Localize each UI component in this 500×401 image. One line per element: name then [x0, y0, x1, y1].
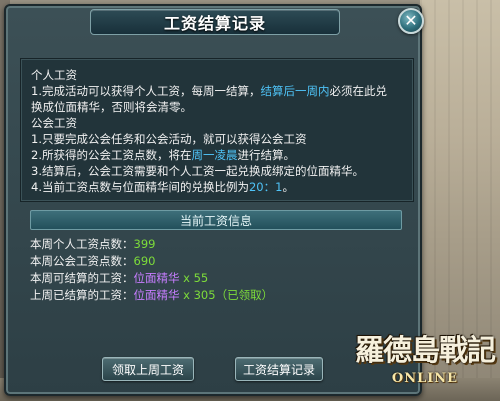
logo-title: 羅德島戰記 [354, 333, 496, 367]
guild-rule-line2: 2.所获得的公会工资点数，将在周一凌晨进行结算。 [31, 148, 295, 162]
logo-subtitle: ONLINE [391, 370, 459, 386]
rules-panel: 个人工资 1.完成活动可以获得个人工资，每周一结算，结算后一周内必须在此兑 换成… [20, 58, 414, 202]
guild-heading: 公会工资 [31, 116, 77, 130]
current-info: 本周个人工资点数：399 本周公会工资点数：690 本周可结算的工资：位面精华 … [30, 236, 410, 304]
close-icon[interactable]: ✕ [398, 8, 424, 34]
guild-rule-line3: 3.结算后，公会工资需要和个人工资一起兑换成绑定的位面精华。 [31, 164, 364, 178]
settleable-item: 位面精华 [133, 271, 180, 285]
window-title: 工资结算记录 [90, 9, 340, 35]
personal-rule-highlight: 结算后一周内 [260, 84, 330, 98]
guild-points-value: 690 [133, 254, 156, 268]
current-info-header: 当前工资信息 [30, 210, 402, 230]
last-week-item: 位面精华 [133, 288, 180, 302]
guild-rule-highlight: 周一凌晨 [191, 148, 238, 162]
title-bar: 工资结算记录 [16, 8, 414, 36]
exchange-ratio: 20：1 [248, 180, 283, 194]
last-week-qty: x 305（已领取） [179, 288, 274, 302]
personal-points-value: 399 [133, 237, 156, 251]
settleable-row: 本周可结算的工资：位面精华 x 55 [30, 271, 209, 285]
personal-rule-line1: 1.完成活动可以获得个人工资，每周一结算，结算后一周内必须在此兑 [31, 84, 387, 98]
settlement-record-button[interactable]: 工资结算记录 [235, 357, 323, 381]
guild-points-row: 本周公会工资点数：690 [30, 254, 156, 268]
game-logo: 羅德島戰記 ONLINE [350, 325, 500, 399]
guild-rule-line4: 4.当前工资点数与位面精华间的兑换比例为20：1。 [31, 180, 294, 194]
guild-rule-line1: 1.只要完成公会任务和公会活动，就可以获得公会工资 [31, 132, 307, 146]
last-week-row: 上周已结算的工资：位面精华 x 305（已领取） [30, 288, 274, 302]
personal-heading: 个人工资 [31, 68, 77, 82]
personal-points-row: 本周个人工资点数：399 [30, 237, 156, 251]
settleable-qty: x 55 [179, 271, 209, 285]
claim-last-week-button[interactable]: 领取上周工资 [102, 357, 194, 381]
personal-rule-line2: 换成位面精华，否则将会清零。 [31, 100, 192, 114]
